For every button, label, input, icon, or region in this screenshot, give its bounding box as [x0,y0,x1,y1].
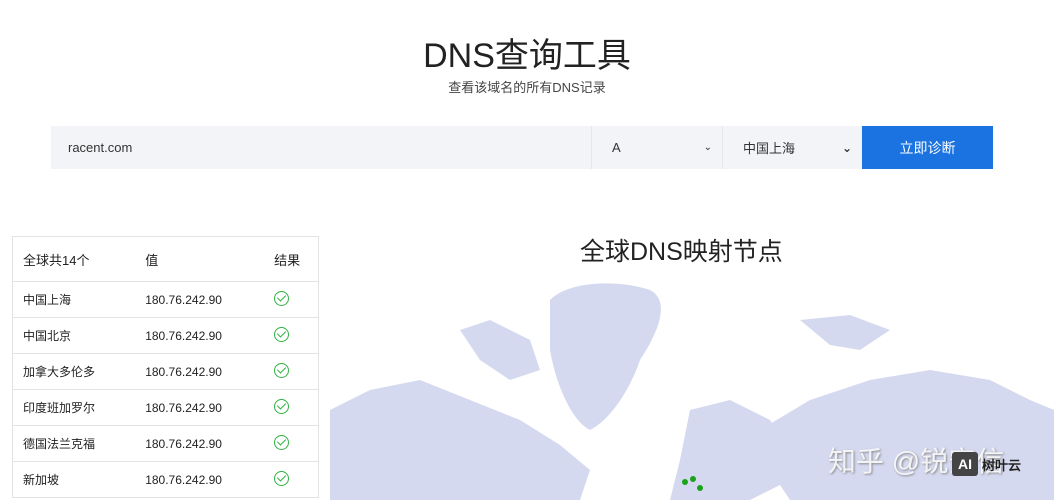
check-circle-icon [274,326,290,342]
row-location: 新加坡 [12,461,136,498]
row-value: 180.76.242.90 [135,281,265,318]
record-type-value: A [612,140,621,155]
logo: AI 树叶云 [952,452,1021,476]
chevron-down-icon: ⌄ [703,142,712,153]
table-row: 德国法兰克福 180.76.242.90 [12,425,319,462]
check-circle-icon [274,362,290,378]
record-type-select[interactable]: A ⌄ [591,126,722,169]
table-header: 全球共14个值结果 [12,236,319,282]
row-value: 180.76.242.90 [135,425,265,462]
page-subtitle: 查看该域名的所有DNS记录 [448,80,606,95]
check-circle-icon [274,398,290,414]
node-marker [690,476,696,482]
results-table: 全球共14个值结果 中国上海 180.76.242.90 中国北京 180.76.24… [12,236,319,498]
map-title: 全球DNS映射节点 [580,238,783,266]
row-location: 加拿大多伦多 [12,353,136,390]
location-select[interactable]: 中国上海 ⌄ [722,126,862,169]
row-value: 180.76.242.90 [135,353,265,390]
table-row: 中国上海 180.76.242.90 [12,281,319,318]
table-row: 中国北京 180.76.242.90 [12,317,319,354]
check-circle-icon [274,434,290,450]
chevron-down-icon: ⌄ [841,140,852,155]
row-value: 180.76.242.90 [135,389,265,426]
header-result: 结果 [264,236,319,282]
domain-input[interactable] [51,126,591,169]
row-value: 180.76.242.90 [135,461,265,498]
diagnose-button[interactable]: 立即诊断 [862,126,993,169]
logo-mark: AI [952,452,978,476]
node-marker [682,479,688,485]
node-marker [697,485,703,491]
row-location: 中国上海 [12,281,136,318]
header-count: 全球共14个 [12,236,136,282]
check-circle-icon [274,470,290,486]
table-row: 新加坡 180.76.242.90 [12,461,319,498]
row-location: 德国法兰克福 [12,425,136,462]
header-value: 值 [135,236,265,282]
table-row: 印度班加罗尔 180.76.242.90 [12,389,319,426]
table-row: 加拿大多伦多 180.76.242.90 [12,353,319,390]
search-bar: A⌄ 中国上海⌄ 立即诊断 [51,126,993,169]
row-value: 180.76.242.90 [135,317,265,354]
page-title: DNS查询工具 [423,37,631,75]
check-circle-icon [274,290,290,306]
logo-text: 树叶云 [982,457,1022,473]
row-location: 中国北京 [12,317,136,354]
location-value: 中国上海 [743,141,796,156]
row-location: 印度班加罗尔 [12,389,136,426]
